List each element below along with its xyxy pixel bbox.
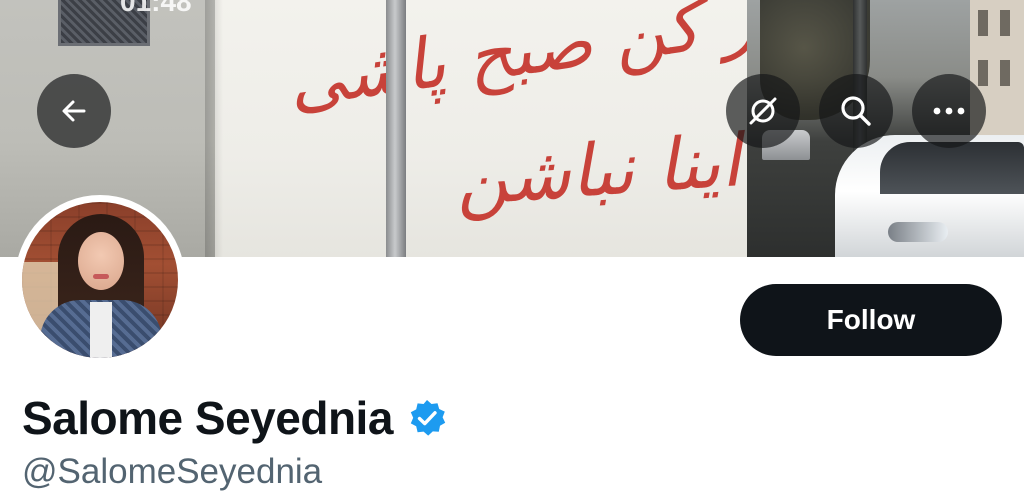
search-button[interactable]	[819, 74, 893, 148]
translate-button[interactable]	[726, 74, 800, 148]
status-bar-time: 01:48	[120, 0, 192, 17]
more-options-button[interactable]	[912, 74, 986, 148]
verified-badge-icon[interactable]	[407, 398, 447, 438]
search-icon	[841, 96, 871, 126]
banner-wall-shadow	[205, 0, 223, 257]
display-name: Salome Seyednia	[22, 392, 393, 444]
translate-icon	[749, 97, 777, 125]
profile-name-row: Salome Seyednia	[22, 388, 447, 448]
avatar[interactable]	[22, 202, 178, 358]
banner-pole	[386, 0, 406, 257]
back-button[interactable]	[37, 74, 111, 148]
follow-button[interactable]: Follow	[740, 284, 1002, 356]
more-horizontal-icon	[933, 107, 965, 115]
banner-car-window	[880, 142, 1024, 194]
arrow-left-icon	[62, 100, 86, 122]
banner-car-headlight	[888, 222, 948, 242]
profile-handle: @SalomeSeyednia	[22, 452, 323, 491]
